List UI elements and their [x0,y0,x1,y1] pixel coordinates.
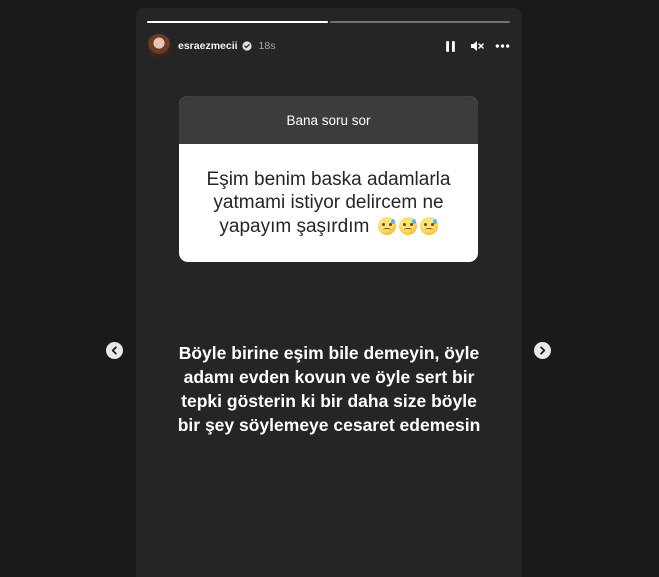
question-text: Eşim benim baska adamlarla yatmami istiy… [179,144,478,262]
story-viewer: esraezmecii 18s Bana soru sor Eşim benim… [0,0,659,577]
crying-face-icon [419,216,438,235]
post-time: 18s [258,40,276,52]
story-progress-bar [147,21,510,23]
username[interactable]: esraezmecii [178,40,238,52]
question-line: yatmami istiyor delircem ne [213,192,444,214]
answer-line: tepki gösterin ki bir daha size böyle [181,391,477,411]
pause-button[interactable] [443,39,458,54]
next-story-button[interactable] [534,342,551,359]
avatar[interactable] [147,34,171,58]
question-line: yapayım şaşırdım [219,215,370,237]
question-line-with-emoji: yapayım şaşırdım [207,215,451,239]
crying-face-icon [377,216,396,235]
mute-button[interactable] [469,39,484,54]
verified-badge-icon [241,41,252,51]
chevron-left-icon [111,346,117,355]
answer-line: bir şey söylemeye cesaret edemesin [177,415,481,435]
progress-segment [329,21,510,23]
progress-segment [147,21,328,23]
more-options-button[interactable] [495,39,510,54]
answer-line: adamı evden kovun ve öyle sert bir [183,367,475,387]
question-sticker: Bana soru sor Eşim benim baska adamlarla… [179,96,478,262]
question-sticker-header: Bana soru sor [179,96,478,144]
story-controls [443,39,510,54]
story-frame[interactable]: esraezmecii 18s Bana soru sor Eşim benim… [136,8,522,577]
answer-text: Böyle birine eşim bile demeyin, öyle ada… [146,341,512,437]
progress-fill [147,21,328,23]
previous-story-button[interactable] [106,342,123,359]
answer-line: Böyle birine eşim bile demeyin, öyle [178,343,480,363]
story-header: esraezmecii 18s [147,32,510,60]
more-icon [495,44,510,48]
crying-face-icon [398,216,417,235]
question-line: Eşim benim baska adamlarla [206,168,451,190]
chevron-right-icon [540,346,546,355]
mute-icon [470,41,484,51]
pause-icon [446,40,455,52]
